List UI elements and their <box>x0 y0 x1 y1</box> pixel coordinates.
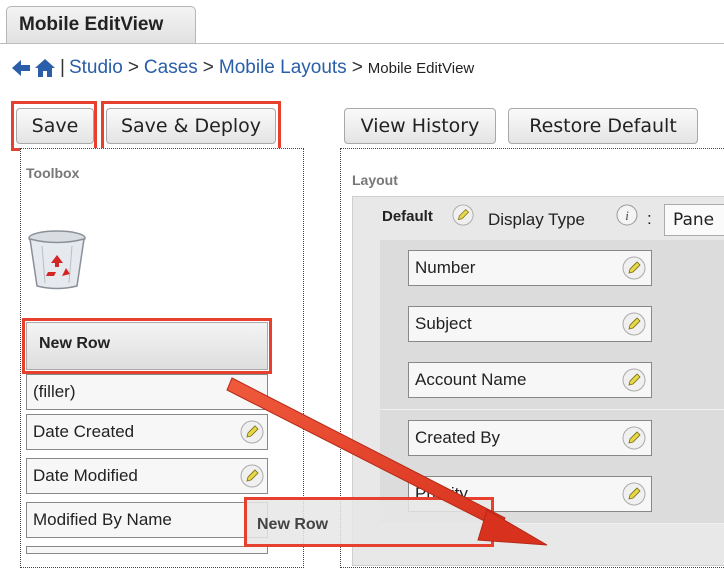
save-highlight <box>11 101 97 151</box>
layout-field-account-name[interactable]: Account Name <box>408 362 652 398</box>
save-deploy-highlight <box>101 101 281 151</box>
pencil-icon[interactable] <box>622 312 646 336</box>
layout-field-created-by[interactable]: Created By <box>408 420 652 456</box>
layout-label: Layout <box>352 172 398 188</box>
pencil-icon[interactable] <box>240 420 264 444</box>
svg-text:i: i <box>625 208 629 223</box>
toolbox-field-modified-by-name[interactable]: Modified By Name <box>26 502 268 538</box>
layout-field-number[interactable]: Number <box>408 250 652 286</box>
new-row-highlight <box>22 318 272 374</box>
tab-label: Mobile EditView <box>19 14 164 35</box>
pencil-icon[interactable] <box>622 368 646 392</box>
breadcrumb-current: Mobile EditView <box>367 59 475 77</box>
field-label: Modified By Name <box>33 510 172 529</box>
layout-field-subject[interactable]: Subject <box>408 306 652 342</box>
new-row-drag-ghost: New Row <box>244 497 494 547</box>
breadcrumb: | Studio > Cases > Mobile Layouts > Mobi… <box>10 55 474 81</box>
pencil-icon[interactable] <box>622 426 646 450</box>
display-type-label: Display Type <box>488 210 586 229</box>
tab-divider <box>0 43 724 44</box>
toolbox-field-date-created[interactable]: Date Created <box>26 414 268 450</box>
field-label: Date Created <box>33 422 135 441</box>
panel-name: Default <box>382 208 433 225</box>
toolbox-field-date-modified[interactable]: Date Modified <box>26 458 268 494</box>
field-label: Date Modified <box>33 466 138 485</box>
breadcrumb-mobile-layouts[interactable]: Mobile Layouts <box>219 57 347 79</box>
toolbox-field-filler[interactable]: (filler) <box>26 374 268 410</box>
display-type-select[interactable]: Pane <box>664 204 724 236</box>
back-arrow-icon[interactable] <box>10 57 32 79</box>
info-icon[interactable]: i <box>616 204 638 226</box>
breadcrumb-separator: | <box>60 57 65 78</box>
pencil-icon[interactable] <box>622 256 646 280</box>
pencil-icon[interactable] <box>622 482 646 506</box>
toolbox-label: Toolbox <box>26 165 80 181</box>
view-history-button[interactable]: View History <box>344 108 496 144</box>
breadcrumb-studio[interactable]: Studio <box>69 57 123 79</box>
home-icon[interactable] <box>34 57 56 79</box>
recycle-bin-icon[interactable] <box>26 228 88 290</box>
breadcrumb-cases[interactable]: Cases <box>144 57 198 79</box>
tab-mobile-editview[interactable]: Mobile EditView <box>6 6 196 44</box>
pencil-icon[interactable] <box>240 464 264 488</box>
pencil-icon[interactable] <box>452 204 474 226</box>
restore-default-button[interactable]: Restore Default <box>508 108 698 144</box>
